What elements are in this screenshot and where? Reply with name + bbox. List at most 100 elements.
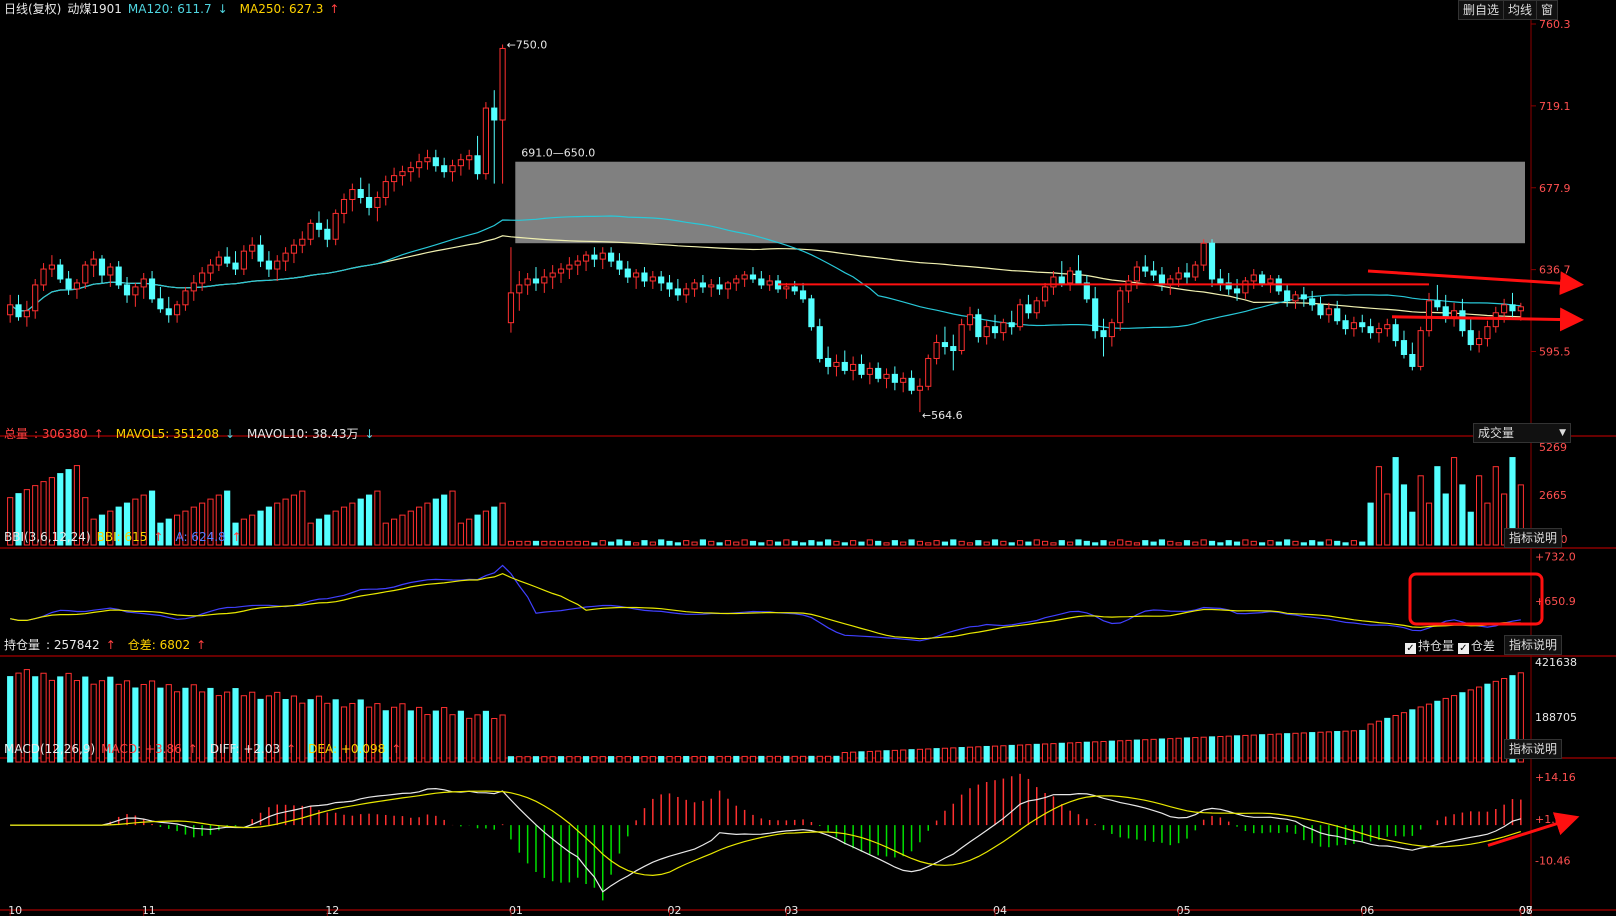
volume-bar (908, 539, 915, 546)
candle (1242, 280, 1249, 294)
candle (900, 377, 907, 383)
volume-bar (290, 494, 298, 546)
oi-bar (1225, 735, 1232, 763)
candle (1484, 326, 1491, 340)
candle (758, 278, 765, 286)
candle (123, 284, 131, 296)
oi-bar (482, 710, 489, 763)
oi-arrow-icon: ↑ (105, 638, 116, 652)
volume-bar (1259, 542, 1266, 546)
diff-value: DIFF: +2.03 (209, 742, 281, 756)
bbi-name: BBI(3,6,12,24) (4, 530, 91, 544)
volume-bar (482, 510, 489, 546)
volume-bar (1292, 540, 1299, 546)
volume-bar (1442, 493, 1449, 546)
volume-bar (1183, 540, 1191, 546)
candle (624, 268, 631, 278)
mavol5-arrow-icon: ↓ (224, 427, 236, 441)
oi-bar (1425, 703, 1433, 763)
volume-bar (708, 540, 715, 546)
candle (1425, 300, 1433, 332)
mavol5-value: MAVOL5: 351208 (115, 427, 219, 441)
candle (1259, 274, 1266, 284)
candle (566, 264, 573, 270)
volume-bar (1125, 540, 1132, 546)
oi-bar (841, 752, 848, 763)
macd-tick-label: +14.16 (1535, 771, 1576, 784)
oi-bar (1025, 744, 1032, 763)
volume-bar (1167, 540, 1174, 546)
candle (482, 107, 489, 175)
volume-bar (958, 540, 965, 546)
mavol10-label: MAVOL10: 38.43万 ↓ (247, 427, 380, 441)
volume-bar (457, 522, 464, 546)
candle (424, 157, 431, 163)
volume-bar (1450, 457, 1458, 546)
macd-indicator-help-button[interactable]: 指标说明 (1504, 739, 1563, 759)
oi-checkbox-label: 持仓量 (1418, 639, 1455, 653)
window-button[interactable]: 窗 (1536, 0, 1559, 20)
candle (1292, 294, 1299, 302)
oi-bar (1359, 729, 1366, 763)
moving-average-button[interactable]: 均线 (1503, 0, 1538, 20)
dea-arrow-icon: ↑ (391, 742, 402, 756)
volume-bar (1225, 540, 1232, 546)
volume-bar (724, 540, 732, 546)
volume-bar (666, 540, 673, 546)
zone-label: 691.0—650.0 (521, 147, 595, 160)
volume-bar (340, 506, 348, 546)
candle (691, 282, 698, 290)
oi-bar (883, 750, 890, 763)
oi-indicator-help-button[interactable]: 指标说明 (1504, 635, 1563, 655)
candle (73, 282, 81, 290)
ma120-value: MA120: 611.7 (127, 2, 212, 16)
oi-bar (674, 755, 681, 763)
oi-bar (1050, 743, 1057, 763)
volume-bar (966, 542, 974, 546)
volume-bar (783, 539, 790, 546)
volume-bar (691, 541, 698, 546)
candle (1008, 322, 1015, 328)
candle (1450, 310, 1458, 318)
vol-tick-label: 2665 (1539, 489, 1567, 502)
delete-favorite-button[interactable]: 删自选 (1458, 0, 1505, 20)
volume-bar (1375, 466, 1383, 546)
candle (15, 304, 22, 318)
candle (232, 262, 239, 270)
candle (265, 260, 272, 270)
candle (1067, 270, 1074, 284)
candle (1459, 310, 1466, 332)
volume-bar (324, 514, 331, 546)
candle (307, 222, 314, 240)
candle (574, 260, 581, 266)
volume-bar (1359, 541, 1366, 546)
volume-bar (382, 522, 389, 546)
candle (48, 264, 55, 270)
indicator-select[interactable]: 成交量 ▼ (1473, 423, 1571, 443)
oi-label: 持仓量: 257842 ↑ (4, 638, 116, 652)
oi-bar (983, 745, 990, 763)
volume-bar (975, 540, 982, 546)
volume-bar (1175, 542, 1182, 546)
volume-bar (1417, 475, 1424, 546)
oi-bar (1250, 734, 1257, 763)
candle (290, 244, 298, 254)
open-interest-header: 持仓量: 257842 ↑ 仓差: 6802 ↑ (4, 637, 218, 653)
oi-bar (633, 756, 640, 763)
oi-diff-checkbox[interactable]: ✓ 仓差 (1457, 639, 1495, 654)
volume-bar (557, 540, 565, 546)
candle (1033, 300, 1040, 314)
bbi-a-line (10, 564, 1521, 642)
volume-bar (599, 540, 606, 546)
candle (683, 288, 690, 296)
macd-tick-label: -10.46 (1535, 855, 1570, 868)
candle (833, 361, 840, 367)
candle (958, 324, 965, 352)
candle (1016, 304, 1024, 328)
bbi-indicator-help-button[interactable]: 指标说明 (1504, 528, 1563, 548)
oi-checkbox[interactable]: ✓ 持仓量 (1405, 639, 1455, 654)
candle (441, 165, 448, 173)
oi-bar (1392, 715, 1399, 763)
volume-bar (1459, 484, 1466, 546)
volume-bar (332, 510, 339, 546)
